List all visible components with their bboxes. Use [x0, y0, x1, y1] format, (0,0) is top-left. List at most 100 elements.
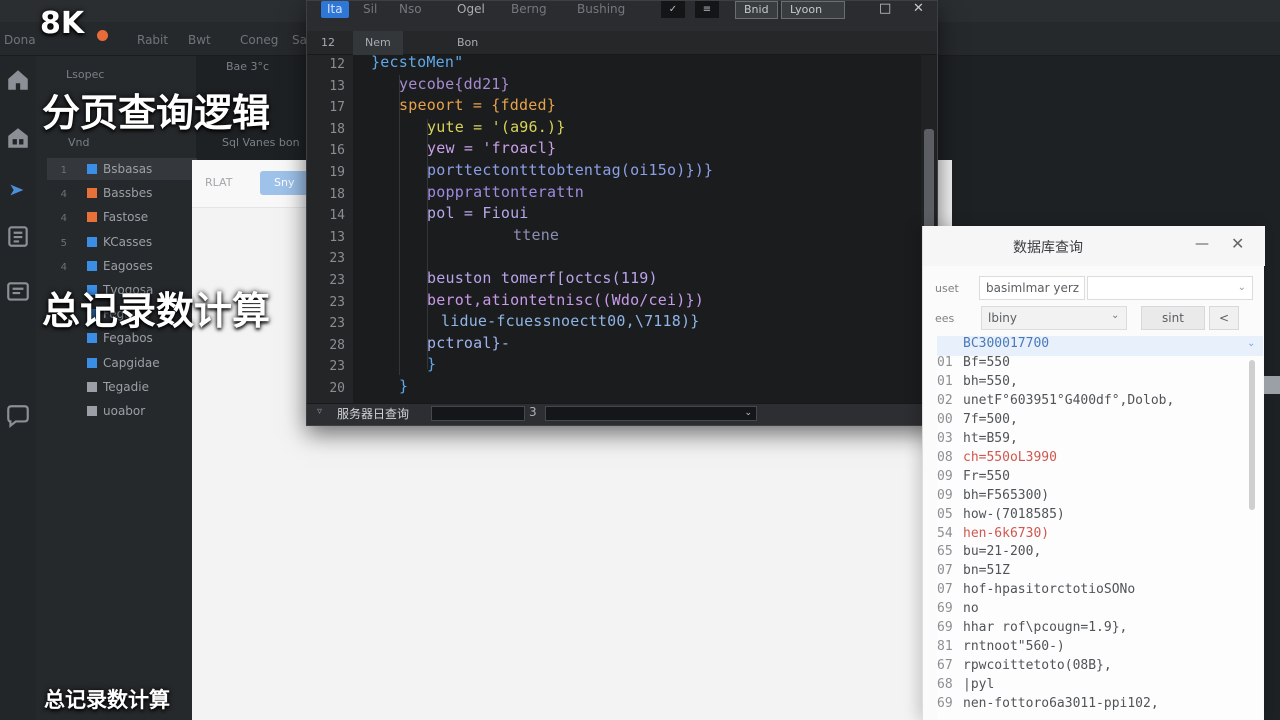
- sidebar-item[interactable]: Capgidae: [47, 352, 197, 374]
- resolution-badge: 8K: [40, 6, 85, 41]
- chevron-down-icon[interactable]: ⌄: [1247, 338, 1255, 349]
- sidebar-item[interactable]: 4 Bassbes: [47, 182, 197, 204]
- maximize-icon[interactable]: □: [879, 1, 891, 16]
- status-separator: 3: [529, 405, 537, 419]
- editor-tab[interactable]: Ita: [321, 1, 349, 18]
- status-input[interactable]: [431, 406, 525, 421]
- result-row[interactable]: 67 rpwcoittetoto(08B},: [937, 658, 1112, 673]
- result-row[interactable]: 07 bn=51Z: [937, 563, 1010, 578]
- clipboard-icon[interactable]: [4, 222, 32, 250]
- sidebar-item[interactable]: Tegadie: [47, 376, 197, 398]
- code-line: pctroal}-: [427, 333, 511, 352]
- close-icon[interactable]: ✕: [1231, 234, 1244, 253]
- debug-icon[interactable]: [4, 176, 32, 204]
- row-value: ht=B59,: [963, 430, 1018, 446]
- run-query-button[interactable]: sint: [1141, 306, 1205, 330]
- result-row[interactable]: 09 Fr=550: [937, 469, 1010, 484]
- sidebar-item-number: 4: [60, 213, 67, 225]
- row-number: 07: [937, 582, 953, 598]
- sidebar-path: Vnd: [68, 136, 90, 149]
- filter-select[interactable]: lbiny: [981, 306, 1127, 330]
- sidebar-item-number: 4: [60, 261, 67, 273]
- result-row[interactable]: 69 no: [937, 601, 979, 616]
- sidebar-item-label: uoabor: [103, 404, 146, 418]
- result-row[interactable]: 01 bh=550,: [937, 374, 1018, 389]
- sidebar-item[interactable]: 4 Eagoses: [47, 255, 197, 277]
- close-icon[interactable]: ✕: [913, 1, 924, 16]
- result-row[interactable]: 09 bh=F565300): [937, 488, 1049, 503]
- editor-scrollbar-thumb[interactable]: [924, 129, 934, 237]
- background-tab[interactable]: Coneg: [240, 30, 278, 50]
- editor-tab[interactable]: Bushing: [577, 1, 625, 18]
- result-row[interactable]: BC300017700: [937, 336, 1049, 351]
- chevron-down-icon[interactable]: ▿: [317, 406, 322, 417]
- row-number: 01: [937, 373, 953, 389]
- sidebar-item-number: 4: [60, 189, 67, 201]
- row-value: hhar rof\pcougn=1.9},: [963, 620, 1128, 636]
- result-row[interactable]: 54 hen-6k6730): [937, 526, 1049, 541]
- background-tab[interactable]: Rabit: [137, 30, 168, 50]
- result-row[interactable]: 05 how-(7018585): [937, 507, 1065, 522]
- store-icon[interactable]: [4, 124, 32, 152]
- editor-tab[interactable]: Sil: [363, 1, 377, 18]
- result-row[interactable]: 65 bu=21-200,: [937, 544, 1041, 559]
- minimize-icon[interactable]: —: [1195, 236, 1209, 252]
- line-number: 18: [329, 121, 345, 137]
- chat-icon[interactable]: [4, 402, 32, 430]
- sidebar-item[interactable]: 5 KCasses: [47, 231, 197, 253]
- background-panel-button[interactable]: RLAT: [205, 176, 232, 189]
- menu-icon[interactable]: ≡: [695, 1, 719, 18]
- row-number: 07: [937, 563, 953, 579]
- code-line: beuston tomerf[octcs(119): [427, 269, 658, 287]
- result-scrollbar-thumb[interactable]: [1249, 360, 1255, 510]
- query-input[interactable]: basimlmar yerz: [979, 276, 1085, 300]
- result-row[interactable]: 01 Bf=550: [937, 355, 1010, 370]
- code-area[interactable]: }ecstoMen" yecobe{dd21} speoort = {fdded} y…: [353, 55, 923, 403]
- row-number: 65: [937, 544, 953, 560]
- file-icon: [87, 188, 97, 199]
- result-row[interactable]: 08 ch=550oL3990: [937, 450, 1057, 465]
- result-row[interactable]: 69 hhar rof\pcougn=1.9},: [937, 620, 1127, 635]
- status-select[interactable]: ⌄: [545, 406, 757, 421]
- row-number: 68: [937, 677, 953, 693]
- sidebar-item[interactable]: 1 Bsbasas: [47, 158, 197, 180]
- result-row[interactable]: 69 nen-fottoro6a3011-ppi102,: [937, 696, 1159, 711]
- row-number: 69: [937, 620, 953, 636]
- editor-tab[interactable]: Ogel: [457, 1, 485, 18]
- editor-line-indicator: 12: [321, 36, 335, 49]
- row-number: 02: [937, 392, 953, 408]
- row-number: 09: [937, 487, 953, 503]
- background-tab[interactable]: Bwt: [188, 30, 211, 50]
- background-tab[interactable]: Dona: [4, 30, 36, 50]
- sidebar-item-label: Bsbasas: [103, 162, 153, 176]
- row-number: 01: [937, 354, 953, 370]
- overlay-footer-caption: 总记录数计算: [44, 688, 170, 712]
- result-row[interactable]: 00 7f=500,: [937, 412, 1018, 427]
- query-dropdown[interactable]: ⌄: [1087, 276, 1253, 300]
- editor-tab[interactable]: Berng: [511, 1, 547, 18]
- sidebar-item-label: Eagoses: [103, 258, 153, 273]
- code-line: }: [399, 377, 409, 395]
- sidebar-item[interactable]: 4 Fastose: [47, 206, 197, 228]
- editor-window-button[interactable]: Bnid: [735, 1, 778, 19]
- home-icon[interactable]: [4, 66, 32, 94]
- background-panel-primary-button[interactable]: Sny: [260, 171, 306, 195]
- database-query-dialog: 数据库查询 — ✕ uset basimlmar yerz ⌄ ees lbin…: [922, 226, 1265, 720]
- terminal-icon[interactable]: [4, 278, 32, 306]
- line-number: 13: [329, 78, 345, 94]
- code-line: pol = Fioui: [427, 204, 529, 223]
- result-row[interactable]: 68 |pyl: [937, 677, 994, 692]
- background-tab[interactable]: Sa: [292, 30, 307, 50]
- prev-page-button[interactable]: <: [1209, 306, 1239, 330]
- result-row[interactable]: 02 unetF°603951°G400df°,Dolob,: [937, 393, 1174, 408]
- editor-tab[interactable]: Nso: [399, 1, 422, 18]
- check-icon[interactable]: ✓: [661, 1, 685, 18]
- sidebar-item[interactable]: uoabor: [47, 400, 197, 422]
- editor-window-button[interactable]: Lyoon: [781, 1, 845, 19]
- result-row[interactable]: 07 hof-hpasitorctotioSONo: [937, 582, 1135, 597]
- editor-subtab[interactable]: Nem: [353, 31, 403, 55]
- code-line: }ecstoMen": [371, 55, 464, 71]
- result-row[interactable]: 03 ht=B59,: [937, 431, 1018, 446]
- result-row[interactable]: 81 rntnoot"560-): [937, 639, 1065, 654]
- editor-subtab[interactable]: Bon: [457, 31, 478, 55]
